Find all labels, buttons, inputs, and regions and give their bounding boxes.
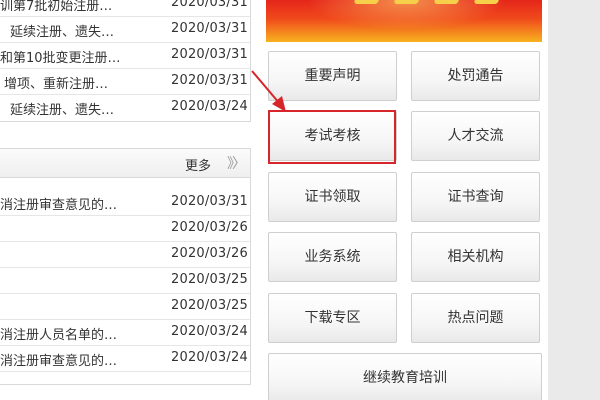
news-row[interactable]: 增项、重新注册… 2020/03/31 xyxy=(0,69,250,95)
news-row[interactable]: 2020/03/26 xyxy=(0,216,250,242)
news-row[interactable]: 2020/03/26 xyxy=(0,242,250,268)
news-row[interactable]: 训第7批初始注册… 2020/03/31 xyxy=(0,0,250,17)
news-row[interactable]: 消注册审查意见的… 2020/03/31 xyxy=(0,190,250,216)
section-header: 更多 》〉 xyxy=(0,148,251,178)
page-side-gutter xyxy=(548,0,600,400)
news-date: 2020/03/25 xyxy=(171,272,248,287)
news-date: 2020/03/31 xyxy=(171,73,248,88)
news-title[interactable]: 消注册审查意见的… xyxy=(0,194,162,213)
news-date: 2020/03/24 xyxy=(171,350,248,365)
news-row[interactable]: 消注册审查意见的… 2020/03/24 xyxy=(0,346,250,372)
penalty-notice-button[interactable]: 处罚通告 xyxy=(411,51,540,101)
news-title[interactable]: 延续注册、遗失… xyxy=(10,99,172,118)
news-title[interactable]: 增项、重新注册… xyxy=(4,73,166,92)
news-title[interactable]: 训第7批初始注册… xyxy=(0,0,162,14)
related-agencies-button[interactable]: 相关机构 xyxy=(411,232,540,282)
banner-glow xyxy=(306,0,506,30)
news-row[interactable]: 延续注册、遗失… 2020/03/24 xyxy=(0,95,250,121)
news-row[interactable]: 2020/03/25 xyxy=(0,294,250,320)
double-chevron-right-icon[interactable]: 》〉 xyxy=(227,153,246,173)
news-title[interactable]: 和第10批变更注册… xyxy=(0,47,162,66)
download-area-button[interactable]: 下载专区 xyxy=(268,293,397,343)
news-title[interactable]: 消注册人员名单的… xyxy=(0,324,162,343)
news-row[interactable]: 2020/03/25 xyxy=(0,268,250,294)
business-system-button[interactable]: 业务系统 xyxy=(268,232,397,282)
news-date: 2020/03/25 xyxy=(171,298,248,313)
news-date: 2020/03/31 xyxy=(171,47,248,62)
news-row[interactable]: 消注册人员名单的… 2020/03/24 xyxy=(0,320,250,346)
certificate-query-button[interactable]: 证书查询 xyxy=(411,172,540,222)
page: 训第7批初始注册… 2020/03/31 延续注册、遗失… 2020/03/31… xyxy=(0,0,600,400)
news-date: 2020/03/31 xyxy=(171,194,248,209)
certificate-collection-button[interactable]: 证书领取 xyxy=(268,172,397,222)
more-link[interactable]: 更多 xyxy=(185,155,211,174)
news-date: 2020/03/24 xyxy=(171,99,248,114)
news-title[interactable]: 延续注册、遗失… xyxy=(10,21,172,40)
continuing-education-button[interactable]: 继续教育培训 xyxy=(268,353,542,400)
news-date: 2020/03/31 xyxy=(171,21,248,36)
news-date: 2020/03/26 xyxy=(171,220,248,235)
annotation-arrow-icon xyxy=(251,70,286,112)
news-row[interactable]: 和第10批变更注册… 2020/03/31 xyxy=(0,43,250,69)
hot-issues-button[interactable]: 热点问题 xyxy=(411,293,540,343)
news-title[interactable]: 消注册审查意见的… xyxy=(0,350,162,369)
banner-image xyxy=(266,0,542,42)
news-date: 2020/03/26 xyxy=(171,246,248,261)
news-date: 2020/03/31 xyxy=(171,0,248,10)
news-row[interactable]: 延续注册、遗失… 2020/03/31 xyxy=(0,17,250,43)
news-date: 2020/03/24 xyxy=(171,324,248,339)
talent-exchange-button[interactable]: 人才交流 xyxy=(411,111,540,161)
